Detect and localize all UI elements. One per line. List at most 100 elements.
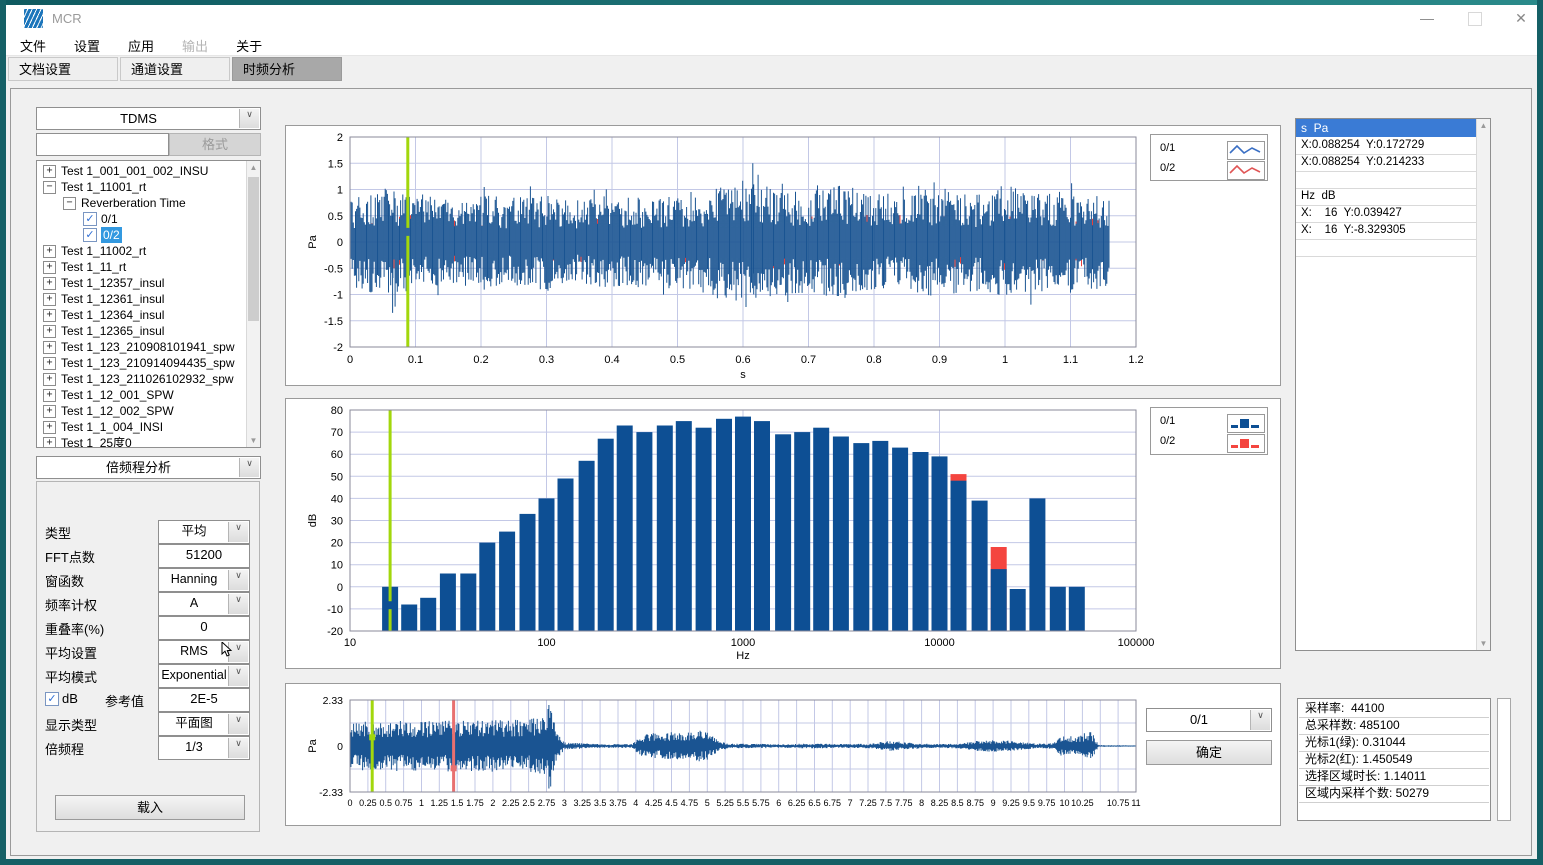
expand-icon[interactable]: + [43,421,56,434]
tree-row[interactable]: −Reverberation Time [37,195,247,211]
collapse-icon[interactable]: − [63,197,76,210]
menu-item-1[interactable]: 设置 [60,33,114,56]
form-select[interactable]: RMS∨ [158,640,250,664]
form-input[interactable]: 2E-5 [158,688,250,712]
expand-icon[interactable]: + [43,373,56,386]
collapse-icon[interactable]: − [43,181,56,194]
tree-item-label[interactable]: Test 1_001_001_002_INSU [61,163,208,179]
tree-item-label[interactable]: Test 1_123_210914094435_spw [61,355,234,371]
tree-row[interactable]: + Test 1_12_002_SPW [37,403,247,419]
analysis-type-select[interactable]: 倍频程分析 ∨ [36,456,261,479]
tree-checkbox[interactable]: ✓ [83,212,97,226]
confirm-button[interactable]: 确定 [1146,740,1272,765]
menu-item-0[interactable]: 文件 [6,33,60,56]
form-select[interactable]: Hanning∨ [158,568,250,592]
expand-icon[interactable]: + [43,341,56,354]
tree-item-label[interactable]: Test 1_11002_rt [61,243,146,259]
form-select[interactable]: Exponential∨ [158,664,250,688]
tree-row[interactable]: + Test 1_12357_insul [37,275,247,291]
scroll-up-icon[interactable]: ▲ [247,161,260,174]
svg-text:100: 100 [537,637,555,649]
expand-icon[interactable]: + [43,389,56,402]
scroll-down-icon[interactable]: ▼ [247,434,260,447]
tree-row[interactable]: ✓ 0/2 [37,227,247,243]
expand-icon[interactable]: + [43,405,56,418]
tree-row[interactable]: + Test 1_11_rt [37,259,247,275]
load-button[interactable]: 载入 [55,795,245,820]
scroll-up-icon[interactable]: ▲ [1477,119,1490,132]
tree-row[interactable]: + Test 1_25度0 [37,435,247,448]
expand-icon[interactable]: + [43,261,56,274]
tree-row[interactable]: + Test 1_123_211026102932_spw [37,371,247,387]
overview-waveform-chart[interactable]: 2.330-2.3300.250.50.7511.251.51.7522.252… [285,683,1281,826]
readout-scrollbar[interactable]: ▲ ▼ [1476,119,1490,650]
tree-row[interactable]: + Test 1_12365_insul [37,323,247,339]
tree-row[interactable]: + Test 1_12364_insul [37,307,247,323]
tab-1[interactable]: 通道设置 [120,57,230,81]
form-select[interactable]: 平面图∨ [158,712,250,736]
tree-item-label[interactable]: Test 1_12364_insul [61,307,164,323]
tree-item-label[interactable]: Reverberation Time [81,195,186,211]
form-select[interactable]: A∨ [158,592,250,616]
tree-row[interactable]: ✓ 0/1 [37,211,247,227]
form-select[interactable]: 1/3∨ [158,736,250,760]
tree-item-label[interactable]: 0/1 [101,211,118,227]
tree-item-label[interactable]: Test 1_11001_rt [61,179,146,195]
tree-item-label[interactable]: Test 1_11_rt [61,259,126,275]
svg-text:7.5: 7.5 [880,798,893,808]
tree-row[interactable]: + Test 1_1_004_INSI [37,419,247,435]
tree-item-label[interactable]: Test 1_12_001_SPW [61,387,174,403]
channel-select[interactable]: 0/1 ∨ [1146,708,1272,732]
file-tree[interactable]: +Test 1_001_001_002_INSU−Test 1_11001_rt… [36,160,261,448]
format-button[interactable]: 格式 [169,133,261,156]
spectrum-legend: 0/10/2 [1150,407,1268,455]
tree-item-label[interactable]: 0/2 [101,227,122,243]
tree-row[interactable]: + Test 1_001_001_002_INSU [37,163,247,179]
tree-item-label[interactable]: Test 1_25度0 [61,435,132,448]
tree-row[interactable]: + Test 1_12_001_SPW [37,387,247,403]
maximize-button[interactable] [1458,5,1492,31]
scrollbar-thumb[interactable] [248,177,259,321]
tree-row[interactable]: −Test 1_11001_rt [37,179,247,195]
tree-item-label[interactable]: Test 1_12361_insul [61,291,164,307]
filter-input[interactable] [36,133,169,156]
menu-item-2[interactable]: 应用 [114,33,168,56]
svg-text:10.25: 10.25 [1071,798,1094,808]
expand-icon[interactable]: + [43,245,56,258]
close-button[interactable]: ✕ [1504,5,1538,31]
tree-checkbox[interactable]: ✓ [83,228,97,242]
tree-item-label[interactable]: Test 1_123_211026102932_spw [61,371,234,387]
form-select[interactable]: 平均∨ [158,520,250,544]
tree-row[interactable]: + Test 1_11002_rt [37,243,247,259]
time-waveform-chart[interactable]: 21.510.50-0.5-1-1.5-200.10.20.30.40.50.6… [285,125,1281,386]
scroll-down-icon[interactable]: ▼ [1477,637,1490,650]
tab-2[interactable]: 时频分析 [232,57,342,81]
expand-icon[interactable]: + [43,309,56,322]
file-format-select[interactable]: TDMS ∨ [36,107,261,130]
minimize-button[interactable]: — [1410,5,1444,31]
tree-row[interactable]: + Test 1_123_210914094435_spw [37,355,247,371]
form-input[interactable]: 51200 [158,544,250,568]
tree-item-label[interactable]: Test 1_12357_insul [61,275,164,291]
tree-item-label[interactable]: Test 1_1_004_INSI [61,419,163,435]
select-value: 平面图 [161,713,227,735]
tree-row[interactable]: + Test 1_12361_insul [37,291,247,307]
menu-item-3[interactable]: 输出 [168,33,222,56]
tree-item-label[interactable]: Test 1_123_210908101941_spw [61,339,234,355]
octave-spectrum-chart[interactable]: 80706050403020100-10-2010100100010000100… [285,398,1281,669]
expand-icon[interactable]: + [43,325,56,338]
tree-scrollbar[interactable]: ▲▼ [246,161,260,447]
expand-icon[interactable]: + [43,357,56,370]
expand-icon[interactable]: + [43,165,56,178]
tree-item-label[interactable]: Test 1_12365_insul [61,323,164,339]
window-border-left [0,0,6,865]
expand-icon[interactable]: + [43,437,56,448]
expand-icon[interactable]: + [43,277,56,290]
expand-icon[interactable]: + [43,293,56,306]
tab-0[interactable]: 文档设置 [8,57,118,81]
db-checkbox[interactable]: ✓ [45,692,59,706]
tree-item-label[interactable]: Test 1_12_002_SPW [61,403,174,419]
menu-item-4[interactable]: 关于 [222,33,276,56]
tree-row[interactable]: + Test 1_123_210908101941_spw [37,339,247,355]
form-input[interactable]: 0 [158,616,250,640]
